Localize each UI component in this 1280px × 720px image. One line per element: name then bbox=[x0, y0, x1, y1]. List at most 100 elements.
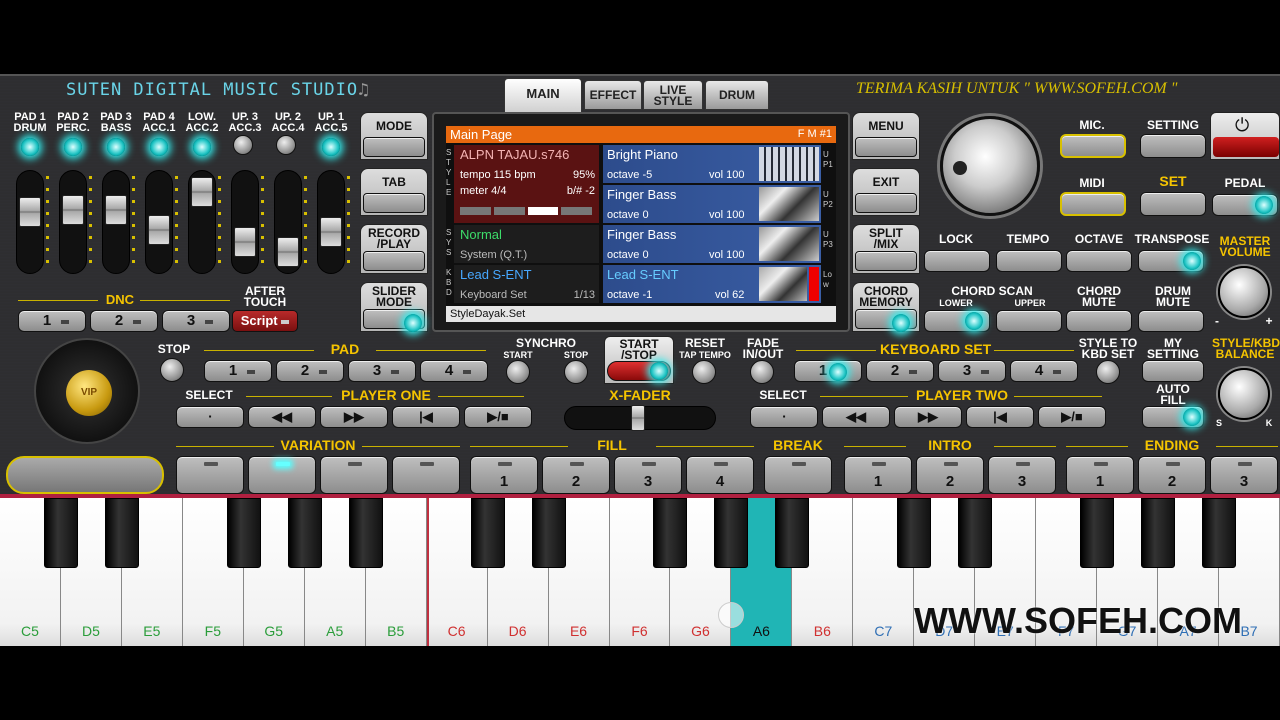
player-one-forward-button[interactable]: ▶▶ bbox=[320, 406, 388, 428]
tab-main[interactable]: MAIN bbox=[504, 78, 582, 114]
x-fader-handle[interactable] bbox=[631, 405, 645, 431]
tab-button[interactable]: TAB bbox=[360, 168, 428, 216]
tab-key[interactable] bbox=[363, 193, 425, 213]
pad-slider-track[interactable] bbox=[145, 170, 173, 274]
pad-stop-knob[interactable] bbox=[160, 358, 184, 382]
pad-led[interactable] bbox=[322, 138, 340, 156]
exit-key[interactable] bbox=[855, 193, 917, 213]
pad-slider-track[interactable] bbox=[59, 170, 87, 274]
my-setting-button[interactable] bbox=[1142, 360, 1204, 382]
variation-button-3[interactable] bbox=[320, 456, 388, 494]
sync-stop-knob[interactable] bbox=[564, 360, 588, 384]
black-key[interactable] bbox=[653, 498, 688, 568]
variation-button-4[interactable] bbox=[392, 456, 460, 494]
lock-button[interactable] bbox=[924, 250, 990, 272]
fill-button-4[interactable]: 4 bbox=[686, 456, 754, 494]
pad-slider-track[interactable] bbox=[102, 170, 130, 274]
black-key[interactable] bbox=[1080, 498, 1115, 568]
ending-button-1[interactable]: 1 bbox=[1066, 456, 1134, 494]
mode-key[interactable] bbox=[363, 137, 425, 157]
pad-knob[interactable] bbox=[233, 135, 253, 155]
tab-effect[interactable]: EFFECT bbox=[584, 80, 642, 110]
black-key[interactable] bbox=[958, 498, 993, 568]
pad-slider-handle[interactable] bbox=[277, 237, 299, 267]
x-fader-track[interactable] bbox=[564, 405, 716, 431]
lcd-upper2[interactable]: Finger Bass octave 0 vol 100 bbox=[603, 185, 821, 223]
tempo-button[interactable] bbox=[996, 250, 1062, 272]
power-key[interactable] bbox=[1213, 137, 1279, 157]
black-key[interactable] bbox=[531, 498, 566, 568]
chord-scan-upper-button[interactable] bbox=[996, 310, 1062, 332]
variation-button-1[interactable] bbox=[176, 456, 244, 494]
pad-slider-track[interactable] bbox=[274, 170, 302, 274]
drum-mute-button[interactable] bbox=[1138, 310, 1204, 332]
pad-slider-handle[interactable] bbox=[320, 217, 342, 247]
record-play-button[interactable]: RECORD/PLAY bbox=[360, 224, 428, 274]
master-volume-knob[interactable] bbox=[1218, 266, 1270, 318]
player-one-rewind-button[interactable]: ◀◀ bbox=[248, 406, 316, 428]
tab-drum[interactable]: DRUM bbox=[705, 80, 769, 110]
black-key[interactable] bbox=[775, 498, 810, 568]
fill-button-2[interactable]: 2 bbox=[542, 456, 610, 494]
pad-slider-handle[interactable] bbox=[62, 195, 84, 225]
menu-button[interactable]: MENU bbox=[852, 112, 920, 160]
keyboard-set-button-3[interactable]: 3 bbox=[938, 360, 1006, 382]
black-key[interactable] bbox=[1141, 498, 1176, 568]
reset-knob[interactable] bbox=[692, 360, 716, 384]
pad-led[interactable] bbox=[21, 138, 39, 156]
tab-live-style[interactable]: LIVE STYLE bbox=[643, 80, 703, 110]
pad-slider-handle[interactable] bbox=[234, 227, 256, 257]
black-key[interactable] bbox=[1202, 498, 1237, 568]
jog-wheel[interactable]: VIP bbox=[34, 338, 140, 444]
pad-slider-handle[interactable] bbox=[148, 215, 170, 245]
black-key[interactable] bbox=[287, 498, 322, 568]
dnc-button-2[interactable]: 2 bbox=[90, 310, 158, 332]
pad-led[interactable] bbox=[64, 138, 82, 156]
black-key[interactable] bbox=[470, 498, 505, 568]
pad-led[interactable] bbox=[107, 138, 125, 156]
pedal-button[interactable] bbox=[1212, 194, 1278, 216]
exit-button[interactable]: EXIT bbox=[852, 168, 920, 216]
lcd-lower[interactable]: Lead S-ENT octave -1 vol 62 bbox=[603, 265, 821, 303]
lcd-upper3[interactable]: Finger Bass octave 0 vol 100 bbox=[603, 225, 821, 263]
chord-mute-button[interactable] bbox=[1066, 310, 1132, 332]
variation-button-2[interactable] bbox=[248, 456, 316, 494]
player-one-play-stop-button[interactable]: ▶/■ bbox=[464, 406, 532, 428]
dnc-button-3[interactable]: 3 bbox=[162, 310, 230, 332]
sync-start-knob[interactable] bbox=[506, 360, 530, 384]
pitch-bend-bar[interactable] bbox=[6, 456, 164, 494]
black-key[interactable] bbox=[897, 498, 932, 568]
script-button[interactable]: Script bbox=[232, 310, 298, 332]
record-play-key[interactable] bbox=[363, 251, 425, 271]
transpose-button[interactable] bbox=[1138, 250, 1204, 272]
player-two-previous-button[interactable]: |◀ bbox=[966, 406, 1034, 428]
black-key[interactable] bbox=[714, 498, 749, 568]
black-key[interactable] bbox=[226, 498, 261, 568]
lcd-keyboard-set-panel[interactable]: Lead S-ENT Keyboard Set 1/13 bbox=[454, 265, 599, 303]
fill-button-1[interactable]: 1 bbox=[470, 456, 538, 494]
fade-knob[interactable] bbox=[750, 360, 774, 384]
lcd-style-panel[interactable]: ALPN TAJAU.s746 tempo 115 bpm 95% meter … bbox=[454, 145, 599, 223]
setting-button[interactable] bbox=[1140, 134, 1206, 158]
split-mix-key[interactable] bbox=[855, 251, 917, 271]
auto-fill-button[interactable] bbox=[1142, 406, 1204, 428]
break-button[interactable] bbox=[764, 456, 832, 494]
pad-slider-track[interactable] bbox=[317, 170, 345, 274]
pad-slider-track[interactable] bbox=[188, 170, 216, 274]
style-kbd-balance-knob[interactable] bbox=[1218, 368, 1270, 420]
pad-led[interactable] bbox=[193, 138, 211, 156]
intro-button-2[interactable]: 2 bbox=[916, 456, 984, 494]
pad-slider-track[interactable] bbox=[16, 170, 44, 274]
start-stop-button[interactable]: START/STOP bbox=[604, 336, 674, 384]
pad-slider-handle[interactable] bbox=[105, 195, 127, 225]
intro-button-3[interactable]: 3 bbox=[988, 456, 1056, 494]
chord-scan-lower-button[interactable] bbox=[924, 310, 990, 332]
pad-led[interactable] bbox=[150, 138, 168, 156]
keyboard-set-button-4[interactable]: 4 bbox=[1010, 360, 1078, 382]
player-one-select-button[interactable]: ▪ bbox=[176, 406, 244, 428]
ending-button-2[interactable]: 2 bbox=[1138, 456, 1206, 494]
pad-slider-handle[interactable] bbox=[191, 177, 213, 207]
black-key[interactable] bbox=[348, 498, 383, 568]
mode-button[interactable]: MODE bbox=[360, 112, 428, 160]
keyboard-set-button-2[interactable]: 2 bbox=[866, 360, 934, 382]
